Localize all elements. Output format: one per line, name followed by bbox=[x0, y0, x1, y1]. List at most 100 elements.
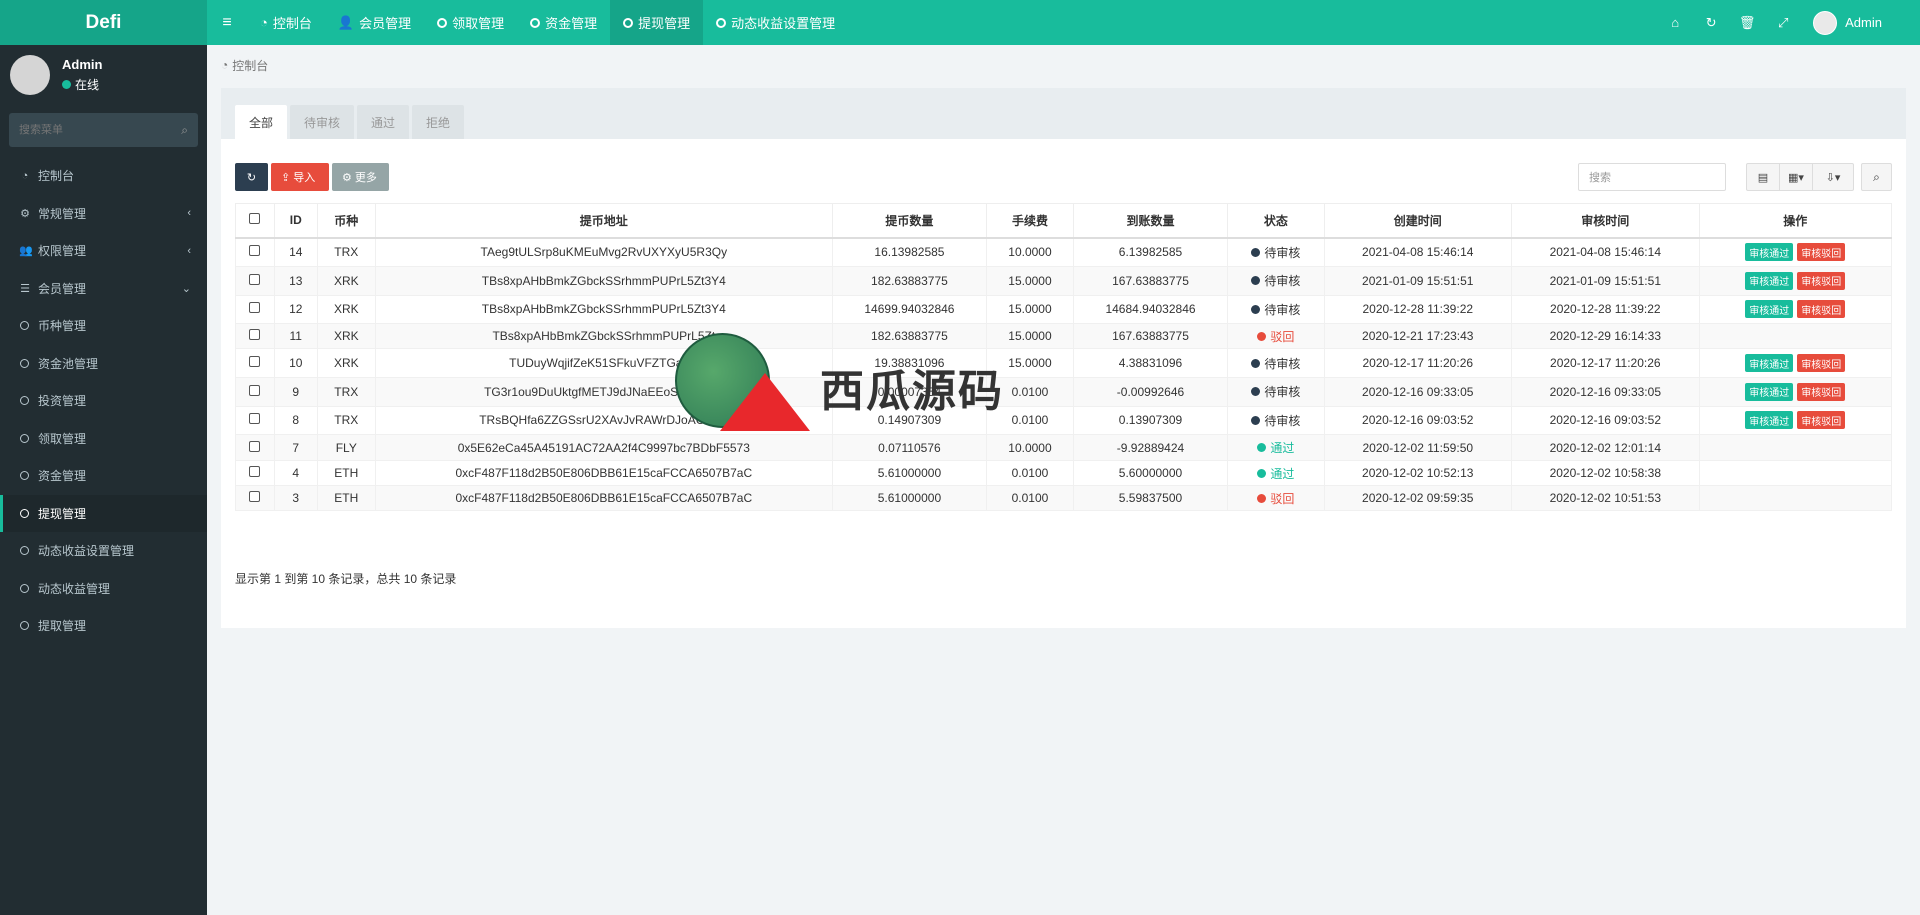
trash-icon[interactable]: 🗑 bbox=[1729, 0, 1765, 45]
reject-button[interactable]: 审核驳回 bbox=[1797, 300, 1846, 319]
tab-0[interactable]: 全部 bbox=[235, 105, 288, 139]
row-checkbox[interactable] bbox=[249, 413, 261, 425]
refresh-button[interactable]: ↻ bbox=[235, 163, 268, 191]
cell-actions bbox=[1698, 460, 1893, 486]
row-checkbox[interactable] bbox=[249, 245, 261, 257]
row-checkbox[interactable] bbox=[249, 302, 261, 314]
import-button[interactable]: ⇪ 导入 bbox=[271, 163, 329, 191]
sidebar-search-input[interactable] bbox=[19, 124, 159, 136]
cell-amount: 16.13982585 bbox=[831, 237, 988, 267]
fullscreen-icon[interactable]: ⤢ bbox=[1765, 0, 1801, 45]
table-row[interactable]: 3 ETH 0xcF487F118d2B50E806DBB61E15caFCCA65… bbox=[235, 485, 1893, 511]
table-row[interactable]: 4 ETH 0xcF487F118d2B50E806DBB61E15caFCCA65… bbox=[235, 460, 1893, 486]
tab-3[interactable]: 拒绝 bbox=[412, 105, 465, 139]
sidebar-item-9[interactable]: 提现管理 bbox=[0, 494, 207, 532]
top-nav-tab-0[interactable]: ◔ 控制台 bbox=[247, 0, 325, 45]
reject-button[interactable]: 审核驳回 bbox=[1797, 271, 1846, 290]
sidebar-item-3[interactable]: ☰ 会员管理 ⌄ bbox=[0, 270, 207, 308]
cell-received: 167.63883775 bbox=[1072, 266, 1229, 296]
row-checkbox[interactable] bbox=[249, 384, 261, 396]
table-search-input[interactable]: 搜索 bbox=[1578, 163, 1726, 191]
advanced-search-icon[interactable]: ⌕ bbox=[1861, 163, 1892, 191]
cell-received: 14684.94032846 bbox=[1072, 294, 1229, 324]
reject-button[interactable]: 审核驳回 bbox=[1797, 243, 1846, 262]
toggle-view-icon[interactable]: ▤ bbox=[1747, 164, 1780, 190]
tab-2[interactable]: 通过 bbox=[357, 105, 410, 139]
sidebar-item-label: 会员管理 bbox=[38, 281, 87, 296]
top-nav-tab-2[interactable]: 领取管理 bbox=[424, 0, 517, 45]
sidebar-item-8[interactable]: 资金管理 bbox=[0, 457, 207, 495]
column-header[interactable]: ID bbox=[273, 203, 318, 239]
top-nav-tab-3[interactable]: 资金管理 bbox=[517, 0, 610, 45]
top-nav-tab-5[interactable]: 动态收益设置管理 bbox=[703, 0, 848, 45]
top-nav-tab-4[interactable]: 提现管理 bbox=[610, 0, 704, 45]
cell-created: 2021-04-08 15:46:14 bbox=[1323, 237, 1513, 267]
row-select-cell bbox=[235, 237, 275, 267]
cell-address: TBs8xpAHbBmkZGbckSSrhmmPUPrL5Zt3Y4 bbox=[375, 294, 833, 324]
home-icon[interactable]: ⌂ bbox=[1657, 0, 1693, 45]
column-header[interactable]: 状态 bbox=[1227, 203, 1325, 239]
column-header[interactable]: 到账数量 bbox=[1072, 203, 1229, 239]
sidebar-item-4[interactable]: 币种管理 bbox=[0, 307, 207, 345]
status-dot-icon bbox=[1257, 493, 1267, 503]
sidebar-item-12[interactable]: 提取管理 bbox=[0, 607, 207, 645]
table-row[interactable]: 8 TRX TRsBQHfa6ZZGSsrU2XAvJvRAWrDJoAGGBy 0.… bbox=[235, 405, 1893, 435]
reject-button[interactable]: 审核驳回 bbox=[1797, 354, 1846, 372]
column-header[interactable]: 提币地址 bbox=[375, 203, 833, 239]
sidebar-item-10[interactable]: 动态收益设置管理 bbox=[0, 532, 207, 570]
row-checkbox[interactable] bbox=[249, 273, 261, 285]
approve-button[interactable]: 审核通过 bbox=[1745, 271, 1794, 290]
sidebar-toggle-icon[interactable]: ≡ bbox=[207, 0, 247, 45]
row-checkbox[interactable] bbox=[249, 491, 261, 502]
column-header[interactable]: 审核时间 bbox=[1511, 203, 1700, 239]
circle-icon bbox=[716, 17, 727, 28]
search-icon[interactable]: ⌕ bbox=[181, 123, 188, 138]
row-checkbox[interactable] bbox=[249, 466, 261, 477]
column-header[interactable]: 操作 bbox=[1698, 203, 1893, 239]
tab-1[interactable]: 待审核 bbox=[290, 105, 355, 139]
topbar-user-menu[interactable]: Admin bbox=[1813, 10, 1882, 35]
row-checkbox[interactable] bbox=[249, 356, 261, 367]
table-row[interactable]: 14 TRX TAeg9tULSrp8uKMEuMvg2RvUXYXyU5R3Qy 1… bbox=[235, 237, 1893, 267]
circle-icon bbox=[437, 17, 448, 28]
breadcrumb-item[interactable]: 控制台 bbox=[232, 57, 268, 74]
reject-button[interactable]: 审核驳回 bbox=[1797, 411, 1846, 430]
sidebar-item-7[interactable]: 领取管理 bbox=[0, 420, 207, 458]
sidebar-item-11[interactable]: 动态收益管理 bbox=[0, 570, 207, 608]
table-row[interactable]: 13 XRK TBs8xpAHbBmkZGbckSSrhmmPUPrL5Zt3Y4 1… bbox=[235, 266, 1893, 296]
columns-icon[interactable]: ▦▾ bbox=[1780, 164, 1813, 190]
sidebar-item-6[interactable]: 投资管理 bbox=[0, 382, 207, 420]
approve-button[interactable]: 审核通过 bbox=[1745, 382, 1794, 401]
column-header[interactable]: 创建时间 bbox=[1323, 203, 1513, 239]
cell-actions: 审核通过 审核驳回 bbox=[1698, 348, 1893, 378]
more-button[interactable]: ⚙ 更多 bbox=[332, 163, 389, 191]
refresh-icon[interactable]: ↻ bbox=[1693, 0, 1729, 45]
sidebar-item-label: 投资管理 bbox=[38, 394, 87, 409]
sidebar-item-1[interactable]: ⚙ 常规管理 ‹ bbox=[0, 195, 207, 233]
table-row[interactable]: 12 XRK TBs8xpAHbBmkZGbckSSrhmmPUPrL5Zt3Y4 1… bbox=[235, 294, 1893, 324]
export-icon[interactable]: ⇩▾ bbox=[1813, 164, 1853, 190]
approve-button[interactable]: 审核通过 bbox=[1745, 243, 1794, 262]
row-checkbox[interactable] bbox=[249, 440, 261, 452]
table-row[interactable]: 9 TRX TG3r1ou9DuUktgfMETJ9dJNaEEoSAZThBB 0.… bbox=[235, 377, 1893, 407]
column-header[interactable]: 提币数量 bbox=[831, 203, 988, 239]
reject-button[interactable]: 审核驳回 bbox=[1797, 382, 1846, 401]
column-header[interactable]: 手续费 bbox=[986, 203, 1074, 239]
table-row[interactable]: 11 XRK TBs8xpAHbBmkZGbckSSrhmmPUPrL5Zt 182.… bbox=[235, 323, 1893, 349]
approve-button[interactable]: 审核通过 bbox=[1745, 300, 1794, 319]
select-all-checkbox[interactable] bbox=[249, 213, 261, 225]
approve-button[interactable]: 审核通过 bbox=[1745, 354, 1794, 372]
sidebar-item-2[interactable]: 👥 权限管理 ‹ bbox=[0, 232, 207, 270]
sidebar-item-5[interactable]: 资金池管理 bbox=[0, 345, 207, 383]
brand-logo[interactable]: Defi bbox=[0, 0, 207, 45]
column-header[interactable]: 币种 bbox=[316, 203, 377, 239]
sidebar-item-0[interactable]: ◔ 控制台 bbox=[0, 157, 207, 195]
approve-button[interactable]: 审核通过 bbox=[1745, 411, 1794, 430]
table-row[interactable]: 7 FLY 0x5E62eCa45A45191AC72AA2f4C9997bc7BD… bbox=[235, 434, 1893, 461]
top-nav-tab-1[interactable]: 👤 会员管理 bbox=[325, 0, 424, 45]
cell-status: 待审核 bbox=[1227, 377, 1325, 407]
row-checkbox[interactable] bbox=[249, 329, 261, 340]
cell-status: 待审核 bbox=[1227, 294, 1325, 324]
table-row[interactable]: 10 XRK TUDuyWqjifZeK51SFkuVFZTGarzz 19.3883… bbox=[235, 348, 1893, 378]
sidebar-item-label: 资金池管理 bbox=[38, 356, 99, 371]
